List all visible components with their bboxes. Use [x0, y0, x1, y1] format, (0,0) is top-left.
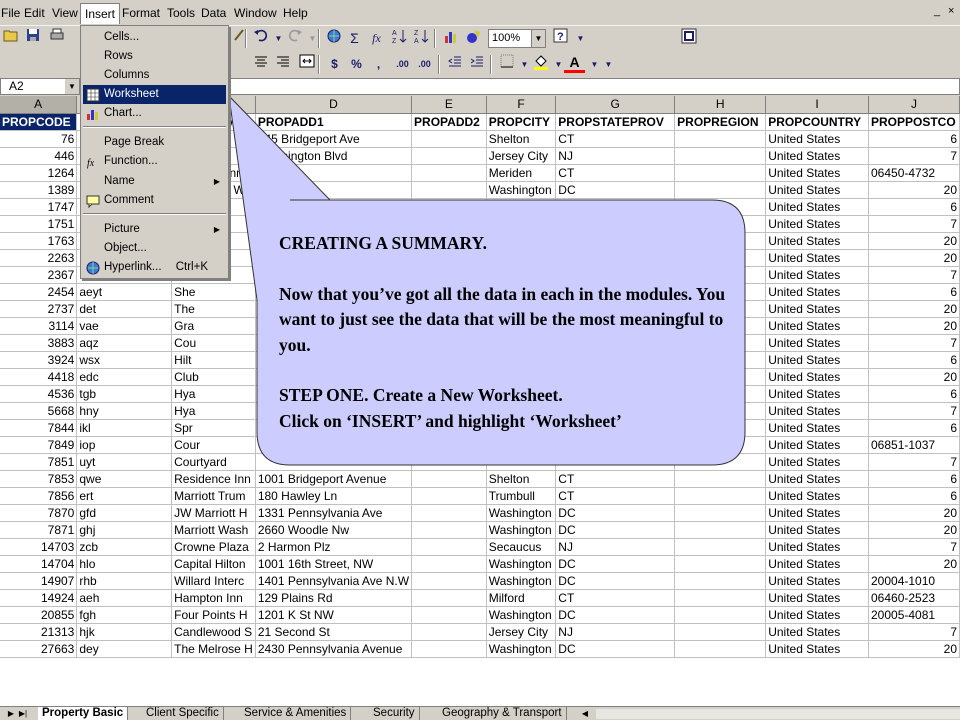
callout-title: CREATING A SUMMARY.	[279, 233, 487, 253]
menu-item-label: Function...	[104, 155, 158, 167]
menu-item-label: Object...	[104, 242, 147, 254]
menu-item-cells[interactable]: Cells...	[83, 28, 226, 47]
callout-text: CREATING A SUMMARY. Now that you’ve got …	[279, 231, 729, 434]
menu-item-function[interactable]: fx Function...	[83, 152, 226, 171]
menu-item-label: Name	[104, 175, 135, 187]
menu-shortcut: Ctrl+K	[175, 261, 208, 273]
menu-item-page-break[interactable]: Page Break	[83, 133, 226, 152]
menu-item-name[interactable]: Name ▶	[83, 172, 226, 191]
menu-item-label: Comment	[104, 194, 154, 206]
menu-item-label: Cells...	[104, 31, 140, 43]
comment-icon	[86, 194, 100, 209]
svg-text:fx: fx	[87, 158, 95, 169]
menu-item-chart[interactable]: Chart...	[83, 104, 226, 123]
menu-item-label: Picture	[104, 223, 140, 235]
menu-item-label: Columns	[104, 69, 150, 81]
function-icon: fx	[86, 155, 100, 169]
menu-item-rows[interactable]: Rows	[83, 47, 226, 66]
submenu-arrow-icon: ▶	[213, 177, 220, 186]
callout-step: STEP ONE. Create a New Worksheet.	[279, 385, 563, 405]
menu-item-comment[interactable]: Comment	[83, 191, 226, 210]
menu-item-label: Page Break	[104, 136, 165, 148]
menu-item-label: Worksheet	[104, 88, 159, 100]
menu-separator	[83, 126, 226, 128]
hyperlink-icon	[86, 261, 100, 275]
worksheet-icon	[86, 88, 100, 102]
chart-icon	[86, 107, 100, 121]
menu-item-object[interactable]: Object...	[83, 239, 226, 258]
menu-item-worksheet[interactable]: Worksheet	[83, 85, 226, 104]
submenu-arrow-icon: ▶	[213, 225, 220, 234]
menu-item-label: Chart...	[104, 107, 142, 119]
callout-body: Now that you’ve got all the data in each…	[279, 283, 726, 355]
menu-separator	[83, 213, 226, 215]
menu-item-label: Rows	[104, 50, 133, 62]
insert-menu: Cells... Rows Columns Worksheet Chart... Page…	[80, 25, 229, 279]
menu-item-columns[interactable]: Columns	[83, 66, 226, 85]
callout-instruction: Click on ‘INSERT’ and highlight ‘Workshe…	[279, 410, 622, 431]
menu-item-hyperlink[interactable]: Hyperlink... Ctrl+K	[83, 258, 226, 277]
menu-item-label: Hyperlink...	[104, 261, 162, 273]
menu-item-picture[interactable]: Picture ▶	[83, 220, 226, 239]
